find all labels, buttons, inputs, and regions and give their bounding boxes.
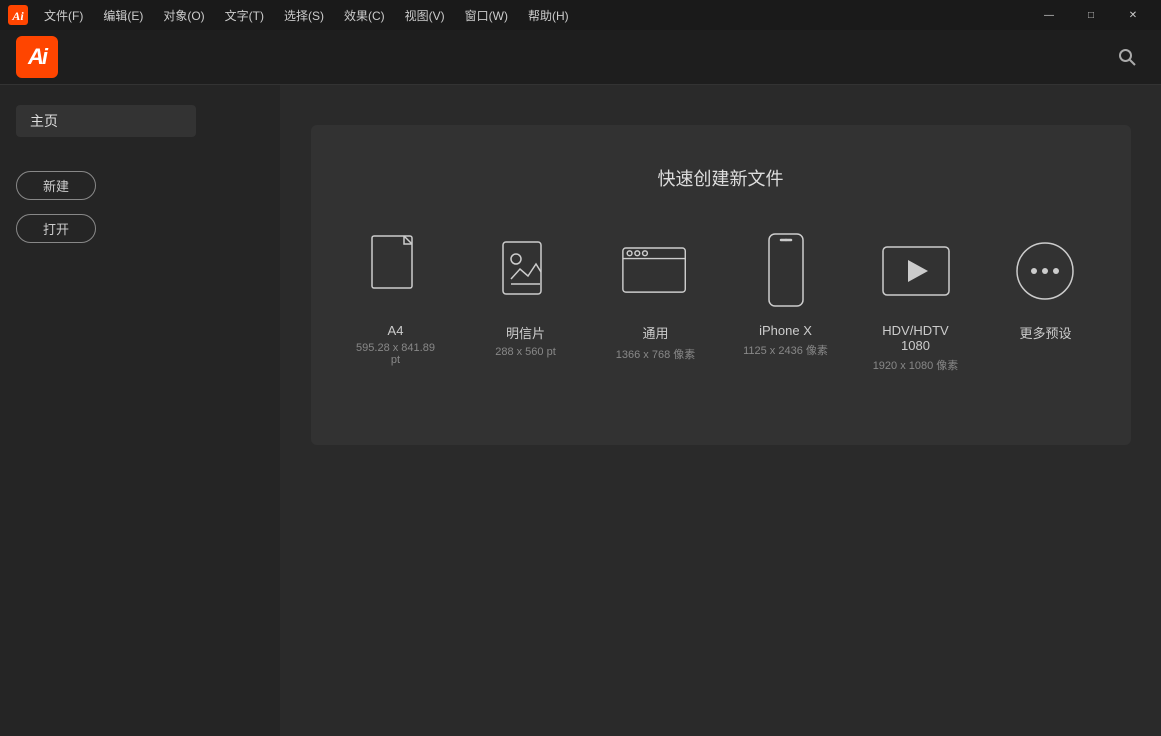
menu-bar: 文件(F)编辑(E)对象(O)文字(T)选择(S)效果(C)视图(V)窗口(W)… <box>36 5 1029 26</box>
new-button[interactable]: 新建 <box>16 171 96 200</box>
menu-item[interactable]: 视图(V) <box>397 5 453 26</box>
window-controls: — □ ✕ <box>1029 5 1153 25</box>
preset-icon-a4 <box>360 231 432 311</box>
preset-item[interactable]: 通用 1366 x 768 像素 <box>611 231 701 362</box>
preset-size: 1125 x 2436 像素 <box>743 342 828 358</box>
main-content: 主页 新建 打开 快速创建新文件 A4 595.28 x 841.89 pt 明信… <box>0 85 1161 736</box>
preset-item[interactable]: 明信片 288 x 560 pt <box>481 231 571 358</box>
app-header: Ai <box>0 30 1161 85</box>
menu-item[interactable]: 编辑(E) <box>95 5 151 26</box>
preset-size: 288 x 560 pt <box>495 346 556 358</box>
open-button[interactable]: 打开 <box>16 214 96 243</box>
preset-name: 明信片 <box>506 323 545 342</box>
preset-name: 更多预设 <box>1019 323 1071 342</box>
preset-icon-more <box>1010 231 1082 311</box>
titlebar-logo: Ai <box>8 5 28 25</box>
preset-item[interactable]: HDV/HDTV 1080 1920 x 1080 像素 <box>871 231 961 373</box>
preset-name: HDV/HDTV 1080 <box>871 323 961 353</box>
preset-item[interactable]: A4 595.28 x 841.89 pt <box>351 231 441 366</box>
menu-item[interactable]: 文件(F) <box>36 5 91 26</box>
home-tab[interactable]: 主页 <box>16 105 196 137</box>
menu-item[interactable]: 选择(S) <box>276 5 332 26</box>
sidebar: 主页 新建 打开 <box>0 85 280 736</box>
title-bar: Ai 文件(F)编辑(E)对象(O)文字(T)选择(S)效果(C)视图(V)窗口… <box>0 0 1161 30</box>
menu-item[interactable]: 效果(C) <box>336 5 393 26</box>
maximize-button[interactable]: □ <box>1071 5 1111 25</box>
close-button[interactable]: ✕ <box>1113 5 1153 25</box>
preset-name: 通用 <box>642 323 668 342</box>
preset-name: A4 <box>388 323 404 338</box>
preset-name: iPhone X <box>759 323 812 338</box>
preset-icon-iphone <box>750 231 822 311</box>
minimize-button[interactable]: — <box>1029 5 1069 25</box>
content-area: 快速创建新文件 A4 595.28 x 841.89 pt 明信片 288 x 56… <box>280 85 1161 736</box>
menu-item[interactable]: 文字(T) <box>217 5 272 26</box>
menu-item[interactable]: 窗口(W) <box>457 5 516 26</box>
preset-icon-web <box>620 231 692 311</box>
search-button[interactable] <box>1109 39 1145 75</box>
menu-item[interactable]: 对象(O) <box>155 5 212 26</box>
preset-item[interactable]: iPhone X 1125 x 2436 像素 <box>741 231 831 358</box>
quick-create-panel: 快速创建新文件 A4 595.28 x 841.89 pt 明信片 288 x 56… <box>311 125 1131 445</box>
preset-item[interactable]: 更多预设 <box>1001 231 1091 346</box>
search-icon <box>1117 47 1137 67</box>
presets-row: A4 595.28 x 841.89 pt 明信片 288 x 560 pt 通用 1… <box>351 231 1091 373</box>
svg-text:Ai: Ai <box>11 9 24 23</box>
preset-icon-postcard <box>490 231 562 311</box>
menu-item[interactable]: 帮助(H) <box>520 5 577 26</box>
preset-size: 595.28 x 841.89 pt <box>351 342 441 366</box>
preset-icon-video <box>880 231 952 311</box>
app-logo: Ai <box>16 36 58 78</box>
preset-size: 1366 x 768 像素 <box>616 346 696 362</box>
preset-size: 1920 x 1080 像素 <box>873 357 959 373</box>
quick-create-title: 快速创建新文件 <box>351 165 1091 191</box>
